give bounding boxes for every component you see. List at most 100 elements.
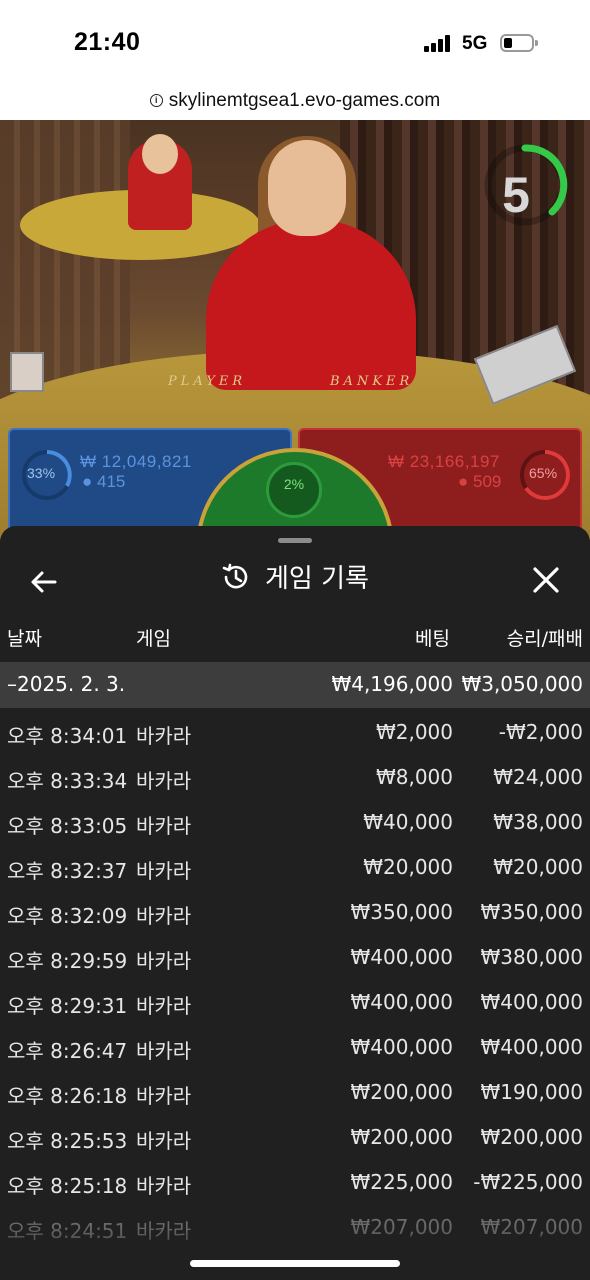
- row-game: 바카라: [136, 949, 192, 973]
- table-row[interactable]: 오후 8:24:51 바카라 ₩207,000 ₩207,000: [0, 1207, 590, 1252]
- date-group-win-total: ₩3,050,000: [461, 672, 583, 696]
- row-result: ₩190,000: [480, 1080, 583, 1104]
- row-game: 바카라: [136, 1174, 192, 1198]
- status-bar: 21:40 5G: [0, 0, 590, 88]
- user-icon: ●: [458, 472, 469, 491]
- close-icon: [533, 567, 559, 593]
- home-indicator[interactable]: [190, 1260, 400, 1267]
- row-time: 오후 8:26:47: [7, 1039, 128, 1063]
- table-label-banker: BANKER: [330, 374, 414, 389]
- history-icon: [222, 563, 248, 588]
- banker-percent: 65%: [529, 465, 558, 481]
- signal-icon: [424, 34, 454, 52]
- row-result: ₩200,000: [480, 1125, 583, 1149]
- close-button[interactable]: [526, 560, 566, 600]
- battery-icon: [500, 34, 538, 52]
- row-result: ₩38,000: [493, 810, 583, 834]
- table-label-player: PLAYER: [168, 374, 247, 389]
- background-dealer: [128, 134, 192, 230]
- row-result: ₩20,000: [493, 855, 583, 879]
- url-text: skylinemtgsea1.evo-games.com: [168, 89, 441, 111]
- row-bet: ₩207,000: [350, 1215, 453, 1239]
- row-game: 바카라: [136, 1129, 192, 1153]
- column-date: 날짜: [7, 628, 42, 650]
- row-game: 바카라: [136, 1039, 192, 1063]
- banker-bet-amount: ₩ 23,166,197: [388, 452, 500, 471]
- dealer-head: [268, 140, 346, 236]
- row-bet: ₩2,000: [375, 720, 453, 744]
- row-bet: ₩200,000: [350, 1125, 453, 1149]
- banker-count: ● 509: [458, 472, 502, 491]
- date-group-bet-total: ₩4,196,000: [331, 672, 453, 696]
- row-bet: ₩8,000: [375, 765, 453, 789]
- row-result: ₩207,000: [480, 1215, 583, 1239]
- countdown-number: 5: [502, 167, 530, 223]
- player-bet-amount: ₩ 12,049,821: [80, 452, 192, 471]
- game-history-sheet: 게임 기록 날짜 게임 베팅 승리/패배 –2025. 2. 3. ₩4,196…: [0, 526, 590, 1280]
- url-bar[interactable]: i skylinemtgsea1.evo-games.com: [0, 88, 590, 120]
- row-time: 오후 8:33:34: [7, 769, 128, 793]
- countdown-timer: 5: [480, 140, 570, 230]
- row-time: 오후 8:29:59: [7, 949, 128, 973]
- row-time: 오후 8:26:18: [7, 1084, 128, 1108]
- sheet-grabber[interactable]: [278, 538, 312, 543]
- row-result: ₩24,000: [493, 765, 583, 789]
- date-group-label: –2025. 2. 3.: [7, 672, 126, 696]
- row-bet: ₩20,000: [363, 855, 453, 879]
- network-label: 5G: [462, 33, 488, 54]
- row-result: ₩350,000: [480, 900, 583, 924]
- row-time: 오후 8:29:31: [7, 994, 128, 1018]
- row-result: ₩400,000: [480, 990, 583, 1014]
- row-time: 오후 8:32:09: [7, 904, 128, 928]
- table-row[interactable]: 오후 8:33:05 바카라 ₩40,000 ₩38,000: [0, 802, 590, 847]
- column-game: 게임: [136, 628, 171, 650]
- table-header: 날짜 게임 베팅 승리/패배: [0, 624, 590, 658]
- table-row[interactable]: 오후 8:34:01 바카라 ₩2,000 -₩2,000: [0, 712, 590, 757]
- table-row[interactable]: 오후 8:26:47 바카라 ₩400,000 ₩400,000: [0, 1027, 590, 1072]
- row-game: 바카라: [136, 859, 192, 883]
- table-row[interactable]: 오후 8:32:09 바카라 ₩350,000 ₩350,000: [0, 892, 590, 937]
- row-time: 오후 8:34:01: [7, 724, 128, 748]
- row-game: 바카라: [136, 994, 192, 1018]
- row-time: 오후 8:25:18: [7, 1174, 128, 1198]
- row-result: ₩400,000: [480, 1035, 583, 1059]
- row-bet: ₩350,000: [350, 900, 453, 924]
- row-bet: ₩400,000: [350, 990, 453, 1014]
- table-row[interactable]: 오후 8:29:59 바카라 ₩400,000 ₩380,000: [0, 937, 590, 982]
- row-result: ₩380,000: [480, 945, 583, 969]
- row-game: 바카라: [136, 724, 192, 748]
- table-row[interactable]: 오후 8:26:18 바카라 ₩200,000 ₩190,000: [0, 1072, 590, 1117]
- row-game: 바카라: [136, 769, 192, 793]
- row-bet: ₩200,000: [350, 1080, 453, 1104]
- sheet-title: 게임 기록: [265, 564, 369, 594]
- table-row[interactable]: 오후 8:25:18 바카라 ₩225,000 -₩225,000: [0, 1162, 590, 1207]
- row-result: -₩2,000: [498, 720, 583, 744]
- row-result: -₩225,000: [473, 1170, 583, 1194]
- table-row[interactable]: 오후 8:29:31 바카라 ₩400,000 ₩400,000: [0, 982, 590, 1027]
- row-bet: ₩400,000: [350, 945, 453, 969]
- row-game: 바카라: [136, 904, 192, 928]
- table-row[interactable]: 오후 8:25:53 바카라 ₩200,000 ₩200,000: [0, 1117, 590, 1162]
- row-bet: ₩40,000: [363, 810, 453, 834]
- row-bet: ₩225,000: [350, 1170, 453, 1194]
- row-time: 오후 8:33:05: [7, 814, 128, 838]
- info-icon: i: [149, 94, 163, 107]
- card-shoe: [10, 352, 44, 392]
- sheet-header: 게임 기록: [0, 546, 590, 606]
- table-row[interactable]: 오후 8:32:37 바카라 ₩20,000 ₩20,000: [0, 847, 590, 892]
- status-time: 21:40: [74, 28, 141, 56]
- table-row[interactable]: 오후 8:33:34 바카라 ₩8,000 ₩24,000: [0, 757, 590, 802]
- row-time: 오후 8:24:51: [7, 1219, 128, 1243]
- row-bet: ₩400,000: [350, 1035, 453, 1059]
- player-percent: 33%: [27, 465, 56, 481]
- row-game: 바카라: [136, 1219, 192, 1243]
- row-time: 오후 8:32:37: [7, 859, 128, 883]
- column-win-loss: 승리/패배: [506, 628, 583, 650]
- tie-percent: 2%: [283, 476, 305, 492]
- column-bet: 베팅: [415, 628, 450, 650]
- row-time: 오후 8:25:53: [7, 1129, 128, 1153]
- row-game: 바카라: [136, 814, 192, 838]
- row-game: 바카라: [136, 1084, 192, 1108]
- user-icon: ●: [82, 472, 93, 491]
- date-group-row[interactable]: –2025. 2. 3. ₩4,196,000 ₩3,050,000: [0, 662, 590, 708]
